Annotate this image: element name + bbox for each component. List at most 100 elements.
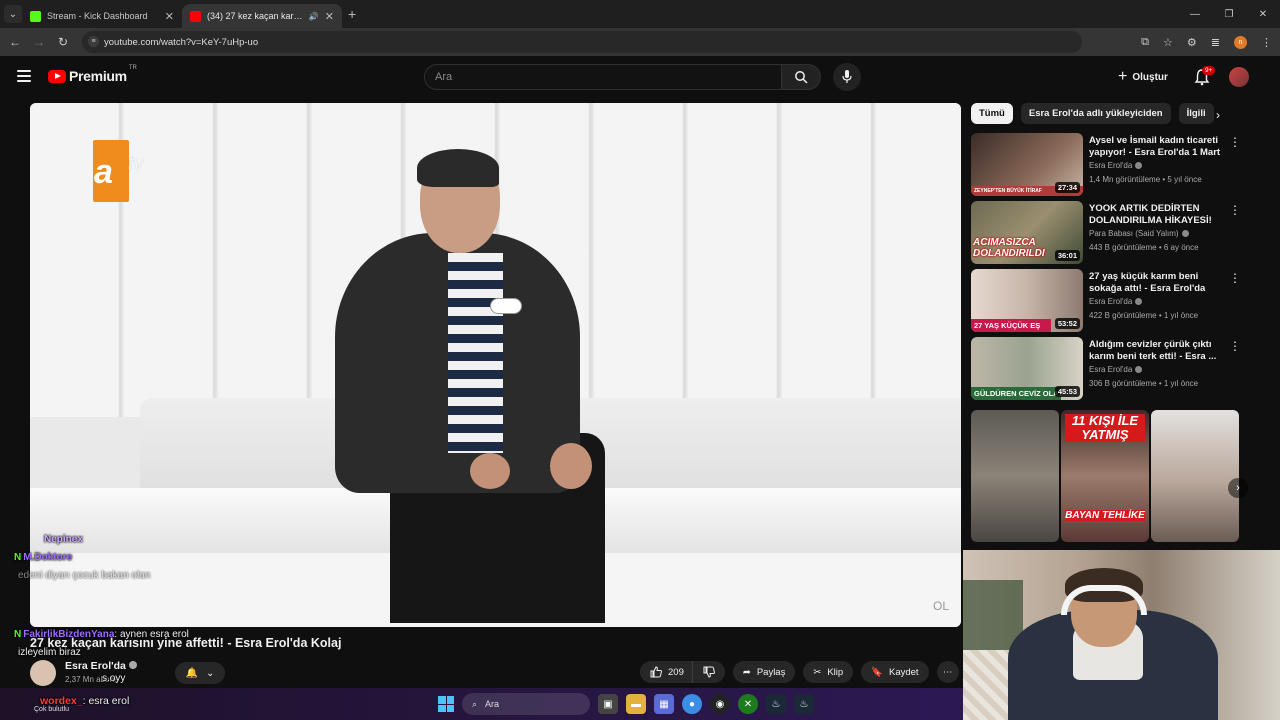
- more-actions-icon[interactable]: ⋯: [936, 661, 959, 683]
- recommendation-channel: Para Babası (Said Yalım): [1089, 229, 1179, 238]
- chip-all[interactable]: Tümü: [971, 103, 1013, 124]
- more-options-icon[interactable]: ⋮: [1229, 203, 1241, 217]
- subscription-bell-button[interactable]: 🔔 ⌄: [175, 662, 225, 684]
- back-icon[interactable]: ←: [3, 35, 27, 49]
- chat-username: FakirlikBizdenYana: [23, 629, 115, 640]
- name-badge: [490, 298, 522, 314]
- tab-title: (34) 27 kez kaçan karısını yi: [207, 11, 305, 21]
- create-button[interactable]: + Oluştur: [1118, 66, 1168, 88]
- file-explorer-icon[interactable]: ▬: [626, 694, 646, 714]
- browser-tab-bar: ⌄ Stream - Kick Dashboard ✕ (34) 27 kez …: [0, 0, 1280, 28]
- taskbar-search[interactable]: ⌕ Ara: [462, 693, 590, 715]
- speaker-icon[interactable]: 🔊: [309, 12, 319, 21]
- video-duration: 36:01: [1054, 250, 1080, 261]
- chip-from-uploader[interactable]: Esra Erol'da adlı yükleyiciden: [1020, 103, 1171, 124]
- xbox-icon[interactable]: ✕: [738, 694, 758, 714]
- youtube-favicon-icon: [190, 10, 201, 22]
- site-info-icon[interactable]: ≡: [88, 36, 99, 47]
- channel-name: Esra Erol'da: [65, 660, 126, 672]
- media-icon[interactable]: ≣: [1211, 36, 1220, 49]
- account-avatar[interactable]: [1229, 67, 1249, 87]
- video-player[interactable]: a tv OL: [30, 103, 961, 627]
- like-count: 209: [668, 666, 684, 678]
- chat-username: M.Doktore: [23, 552, 73, 563]
- recommendation-item[interactable]: ZEYNEP'TEN BÜYÜK İTİRAF 27:34 Aysel ve İ…: [971, 133, 1251, 197]
- logo-text: Premium: [69, 68, 127, 84]
- video-thumbnail[interactable]: ZEYNEP'TEN BÜYÜK İTİRAF 27:34: [971, 133, 1083, 196]
- youtube-logo[interactable]: Premium TR: [48, 65, 137, 84]
- short-item[interactable]: 11 KIŞI İLE YATMIŞ BAYAN TEHLİKE: [1061, 410, 1149, 542]
- search-icon: [795, 71, 808, 84]
- chevron-right-icon[interactable]: ›: [1216, 108, 1220, 122]
- recommendation-item[interactable]: 27 YAŞ KÜÇÜK EŞ 53:52 27 yaş küçük karım…: [971, 269, 1251, 333]
- steam-icon[interactable]: ♨: [766, 694, 786, 714]
- thumbs-up-icon: [650, 666, 662, 678]
- voice-search-button[interactable]: [833, 63, 861, 91]
- recommendation-channel-row: Para Babası (Said Yalım): [1089, 229, 1189, 238]
- short-caption-top: 11 KIŞI İLE YATMIŞ: [1065, 414, 1145, 442]
- bookmark-star-icon[interactable]: ☆: [1163, 36, 1173, 49]
- share-icon: ➦: [742, 666, 751, 678]
- dislike-button[interactable]: [692, 661, 725, 683]
- minimize-icon[interactable]: —: [1178, 0, 1212, 28]
- recommendation-item[interactable]: GÜLDÜREN CEVİZ OLAYI 45:53 Aldığım ceviz…: [971, 337, 1251, 401]
- close-tab-icon[interactable]: ✕: [165, 10, 174, 23]
- close-window-icon[interactable]: ✕: [1246, 0, 1280, 28]
- short-caption-bottom: BAYAN TEHLİKE: [1065, 510, 1145, 521]
- video-duration: 53:52: [1054, 318, 1080, 329]
- video-thumbnail[interactable]: GÜLDÜREN CEVİZ OLAYI 45:53: [971, 337, 1083, 400]
- short-item[interactable]: [971, 410, 1059, 542]
- more-options-icon[interactable]: ⋮: [1229, 271, 1241, 285]
- recommendation-item[interactable]: ACIMASIZCA DOLANDIRILDI 36:01 YOOK ARTIK…: [971, 201, 1251, 265]
- search-button[interactable]: [781, 64, 821, 90]
- kick-favicon-icon: [30, 10, 41, 22]
- chip-related[interactable]: İlgili: [1178, 103, 1214, 124]
- restore-icon[interactable]: ❐: [1212, 0, 1246, 28]
- forward-icon[interactable]: →: [27, 35, 51, 49]
- short-item[interactable]: [1151, 410, 1239, 542]
- browser-toolbar: ← → ↻ ≡ youtube.com/watch?v=KeY-7uHp-uo …: [0, 28, 1280, 56]
- close-tab-icon[interactable]: ✕: [325, 10, 334, 23]
- obs-icon[interactable]: ◉: [710, 694, 730, 714]
- chat-message: N M.Doktore: [14, 552, 72, 563]
- save-button[interactable]: 🔖 Kaydet: [861, 661, 929, 683]
- like-button[interactable]: 209: [640, 661, 693, 683]
- channel-name-row[interactable]: Esra Erol'da: [65, 660, 137, 672]
- recommendation-channel: Esra Erol'da: [1089, 365, 1133, 374]
- recommendation-channel-row: Esra Erol'da: [1089, 297, 1143, 306]
- chat-username: Nepinex: [44, 534, 83, 545]
- recommendation-meta: 1,4 Mn görüntüleme • 5 yıl önce: [1089, 175, 1202, 184]
- youtube-header: Premium TR Ara + Oluştur 9+: [0, 56, 1280, 100]
- extensions-icon[interactable]: ⚙: [1187, 36, 1197, 49]
- store-icon[interactable]: ▦: [654, 694, 674, 714]
- browser-menu-icon[interactable]: ⋮: [1261, 36, 1272, 49]
- new-tab-button[interactable]: +: [348, 6, 356, 22]
- chat-text: : esra erol: [82, 695, 130, 707]
- chevron-right-icon[interactable]: ›: [1228, 478, 1248, 498]
- chrome-icon[interactable]: ●: [682, 694, 702, 714]
- guide-menu-icon[interactable]: [17, 70, 31, 82]
- recommendation-channel-row: Esra Erol'da: [1089, 365, 1143, 374]
- channel-avatar[interactable]: [30, 660, 56, 686]
- windows-start-icon[interactable]: [438, 696, 454, 712]
- share-button[interactable]: ➦ Paylaş: [732, 661, 796, 683]
- bell-icon: 🔔: [185, 667, 199, 679]
- weather-widget[interactable]: Çok bulutlu: [34, 706, 69, 713]
- video-thumbnail[interactable]: 27 YAŞ KÜÇÜK EŞ 53:52: [971, 269, 1083, 332]
- clip-button[interactable]: ✂ Klip: [803, 661, 854, 683]
- install-app-icon[interactable]: ⧉: [1141, 36, 1149, 49]
- task-view-icon[interactable]: ▣: [598, 694, 618, 714]
- search-input[interactable]: Ara: [424, 64, 782, 90]
- recommendation-title: 27 yaş küçük karım beni sokağa attı! - E…: [1089, 271, 1206, 294]
- reload-icon[interactable]: ↻: [51, 35, 75, 49]
- tab-youtube-video[interactable]: (34) 27 kez kaçan karısını yi 🔊 ✕: [182, 4, 342, 28]
- verified-icon: [1181, 230, 1189, 238]
- profile-avatar[interactable]: n: [1234, 35, 1247, 49]
- steam-alt-icon[interactable]: ♨: [794, 694, 814, 714]
- video-thumbnail[interactable]: ACIMASIZCA DOLANDIRILDI 36:01: [971, 201, 1083, 264]
- address-bar[interactable]: ≡ youtube.com/watch?v=KeY-7uHp-uo: [82, 31, 1082, 53]
- more-options-icon[interactable]: ⋮: [1229, 339, 1241, 353]
- tab-search-icon[interactable]: ⌄: [4, 5, 22, 23]
- more-options-icon[interactable]: ⋮: [1229, 135, 1241, 149]
- tab-kick-dashboard[interactable]: Stream - Kick Dashboard ✕: [22, 4, 182, 28]
